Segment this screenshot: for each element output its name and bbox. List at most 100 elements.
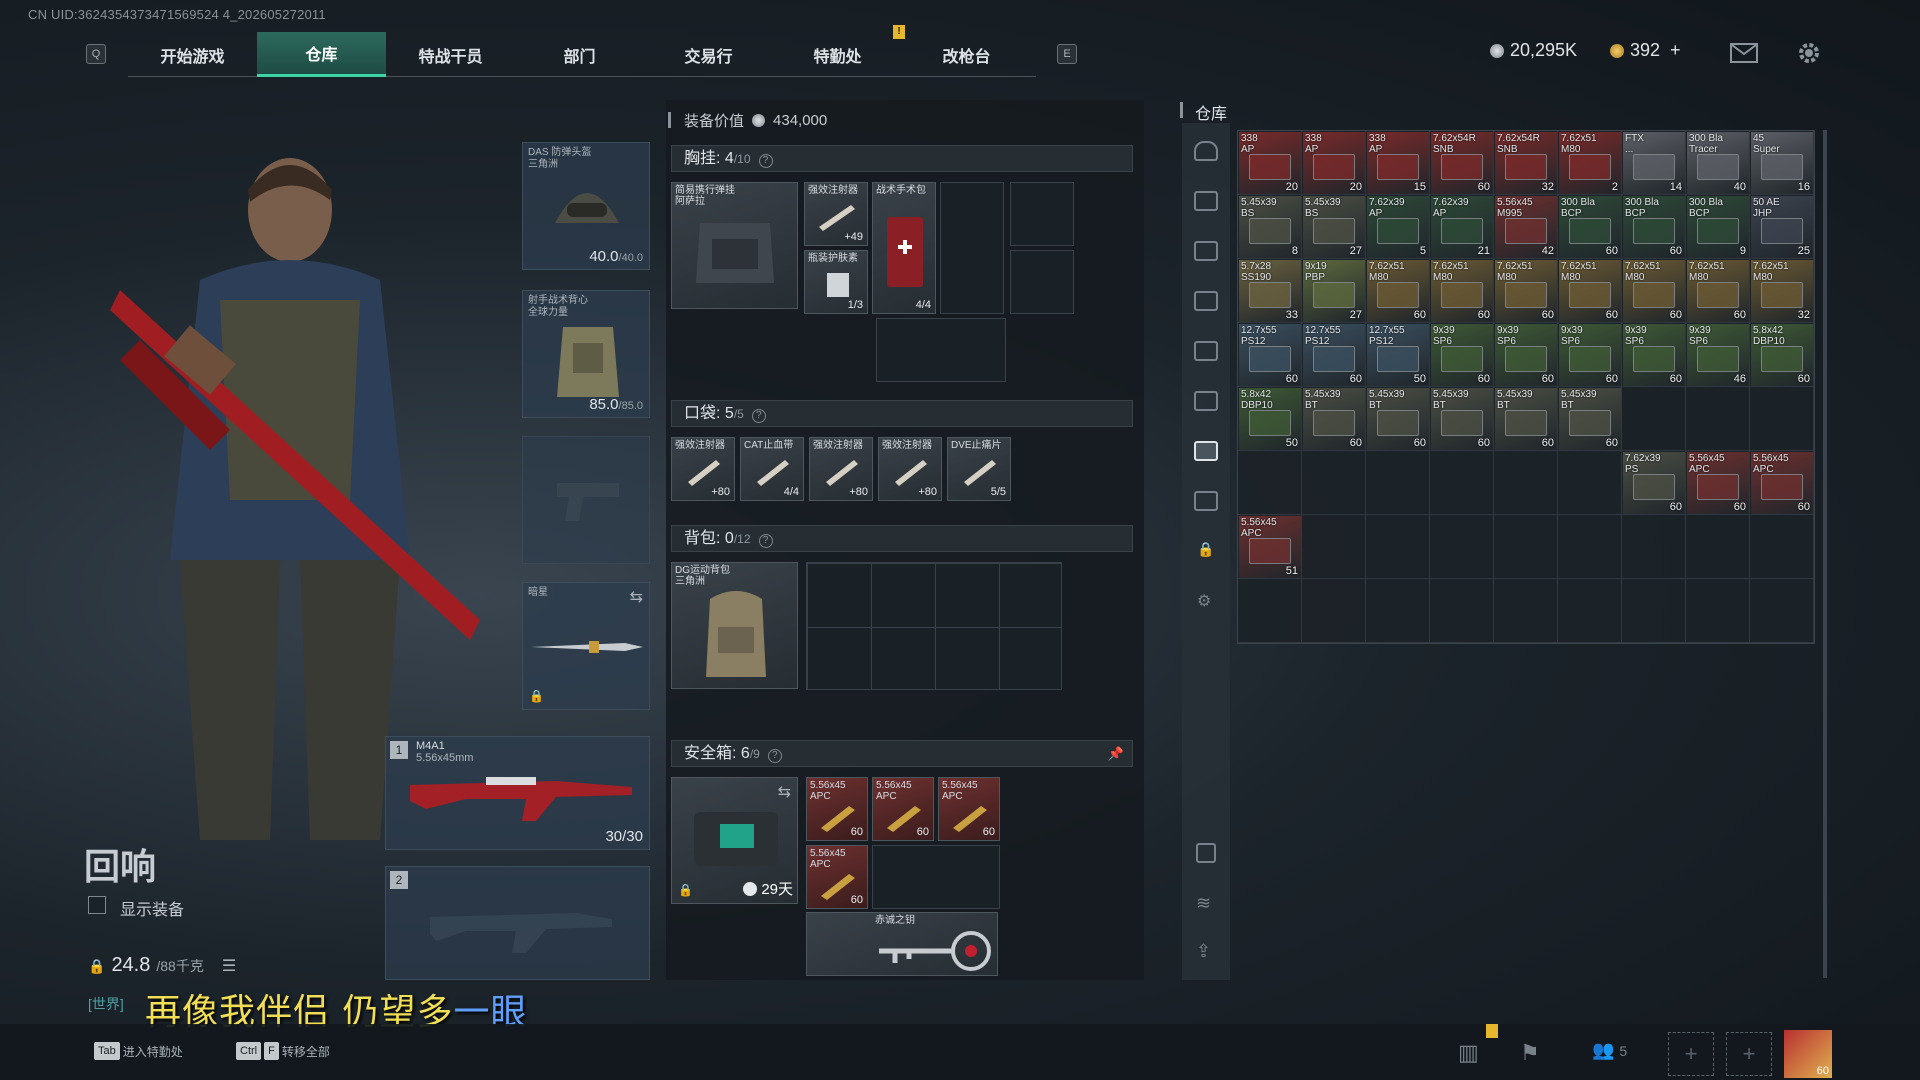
grid-cell[interactable] (1430, 515, 1494, 579)
swap-icon[interactable]: ⇆ (630, 587, 643, 607)
warehouse-ammo-item[interactable]: 7.62x51 M80 2 (1559, 132, 1621, 194)
warehouse-ammo-item[interactable]: 5.45x39 BT 60 (1431, 388, 1493, 450)
warehouse-ammo-item[interactable]: 7.62x51 M80 60 (1431, 260, 1493, 322)
transfer-icon[interactable]: ⇪ (1196, 941, 1211, 962)
warehouse-ammo-item[interactable]: 5.56x45 APC 60 (1687, 452, 1749, 514)
safebox-ammo-item[interactable]: 5.56x45 APC 60 (806, 845, 868, 909)
warehouse-ammo-item[interactable]: 7.62x39 AP 5 (1367, 196, 1429, 258)
warehouse-ammo-item[interactable]: 7.62x51 M80 60 (1623, 260, 1685, 322)
invite-slot-2[interactable]: + (1726, 1032, 1772, 1076)
warehouse-ammo-item[interactable]: 5.56x45 APC 51 (1239, 516, 1301, 578)
grid-cell[interactable] (1622, 579, 1686, 643)
primary-weapon-slot[interactable]: 1 M4A1 5.56x45mm 30/30 (385, 736, 650, 850)
safebox-ammo-item[interactable]: 5.56x45 APC 60 (806, 777, 868, 841)
tab-4[interactable]: 交易行 (644, 32, 773, 77)
pocket-item[interactable]: DVE止痛片 5/5 (947, 437, 1011, 501)
warehouse-ammo-item[interactable]: 9x39 SP6 46 (1687, 324, 1749, 386)
warehouse-ammo-item[interactable]: 7.62x51 M80 60 (1559, 260, 1621, 322)
warehouse-ammo-item[interactable]: 45 Super 16 (1751, 132, 1813, 194)
warehouse-ammo-item[interactable]: 7.62x51 M80 60 (1367, 260, 1429, 322)
swap-icon[interactable]: ⇆ (778, 782, 791, 802)
warehouse-ammo-item[interactable]: 5.45x39 BS 27 (1303, 196, 1365, 258)
warehouse-ammo-item[interactable]: 5.45x39 BT 60 (1367, 388, 1429, 450)
nav-next-key[interactable]: E (1057, 44, 1077, 64)
squad-icon[interactable]: 👥 5 (1592, 1040, 1627, 1061)
storage-filter-icon[interactable] (1194, 441, 1218, 461)
settings-gear-icon[interactable] (1796, 40, 1822, 66)
warehouse-ammo-item[interactable]: 5.8x42 DBP10 60 (1751, 324, 1813, 386)
grid-cell[interactable] (1558, 451, 1622, 515)
pistol-slot[interactable] (522, 436, 650, 564)
grid-cell[interactable] (1366, 451, 1430, 515)
warehouse-ammo-item[interactable]: 5.56x45 APC 60 (1751, 452, 1813, 514)
flag-icon[interactable]: ⚑ (1520, 1040, 1540, 1066)
warehouse-ammo-item[interactable]: 9x39 SP6 60 (1431, 324, 1493, 386)
grid-cell[interactable] (1558, 515, 1622, 579)
warehouse-ammo-item[interactable]: 12.7x55 PS12 50 (1367, 324, 1429, 386)
warehouse-ammo-item[interactable]: 7.62x39 PS 60 (1623, 452, 1685, 514)
backpack-filter-icon[interactable] (1194, 341, 1218, 361)
grid-cell[interactable] (1430, 579, 1494, 643)
pin-icon[interactable]: 📌 (1108, 741, 1124, 766)
tab-3[interactable]: 部门 (515, 32, 644, 77)
locked-filter-icon[interactable]: 🔒 (1197, 541, 1214, 558)
help-icon[interactable]: ? (767, 749, 782, 763)
grid-cell[interactable] (1750, 579, 1814, 643)
helmet-filter-icon[interactable] (1194, 141, 1218, 161)
grid-cell[interactable] (1750, 515, 1814, 579)
player-avatar[interactable]: 60 (1784, 1030, 1832, 1078)
warehouse-ammo-item[interactable]: 300 Bla Tracer 40 (1687, 132, 1749, 194)
warehouse-scrollbar[interactable] (1823, 130, 1827, 978)
warehouse-ammo-item[interactable]: 7.62x51 M80 32 (1751, 260, 1813, 322)
melee-slot[interactable]: 暗星 ⇆ 🔒 (522, 582, 650, 710)
warehouse-ammo-item[interactable]: 5.45x39 BT 60 (1303, 388, 1365, 450)
grid-cell[interactable] (1238, 451, 1302, 515)
warehouse-ammo-item[interactable]: 5.45x39 BS 8 (1239, 196, 1301, 258)
key-item[interactable]: 赤诚之钥 (806, 912, 998, 976)
warehouse-ammo-item[interactable]: 338 AP 15 (1367, 132, 1429, 194)
skin-cream-item[interactable]: 瓶装护肤素 1/3 (804, 250, 868, 314)
armor-slot[interactable]: 射手战术背心 全球力量 85.0/85.0 (522, 290, 650, 418)
grid-cell[interactable] (1302, 579, 1366, 643)
ammo-filter-icon[interactable] (1194, 241, 1218, 261)
grid-cell[interactable] (1494, 515, 1558, 579)
grid-cell[interactable] (1430, 451, 1494, 515)
safebox-item[interactable]: ⇆ 🔒 29天 (671, 777, 798, 904)
add-gold-button[interactable]: + (1670, 40, 1681, 61)
warehouse-ammo-item[interactable]: 5.45x39 BT 60 (1559, 388, 1621, 450)
help-icon[interactable]: ? (758, 534, 773, 548)
keys-filter-icon[interactable] (1194, 491, 1218, 511)
stats-icon[interactable]: ▥ (1458, 1040, 1479, 1066)
warehouse-ammo-item[interactable]: 7.62x51 M80 60 (1687, 260, 1749, 322)
warehouse-ammo-item[interactable]: 300 Bla BCP 60 (1559, 196, 1621, 258)
pocket-item[interactable]: CAT止血带 4/4 (740, 437, 804, 501)
warehouse-ammo-item[interactable]: 7.62x54R SNB 32 (1495, 132, 1557, 194)
pocket-item[interactable]: 强效注射器 +80 (671, 437, 735, 501)
weapon-filter-icon[interactable] (1194, 191, 1218, 211)
warehouse-ammo-item[interactable]: 338 AP 20 (1303, 132, 1365, 194)
sort-icon[interactable] (1196, 843, 1216, 863)
transfer-all-hint[interactable]: Ctrl F 转移全部 (236, 1042, 330, 1060)
warehouse-ammo-item[interactable]: 12.7x55 PS12 60 (1239, 324, 1301, 386)
pocket-item[interactable]: 强效注射器 +80 (878, 437, 942, 501)
help-icon[interactable]: ? (751, 409, 766, 423)
warehouse-ammo-item[interactable]: 7.62x54R SNB 60 (1431, 132, 1493, 194)
safebox-ammo-item[interactable]: 5.56x45 APC 60 (938, 777, 1000, 841)
settings-filter-icon[interactable]: ⚙ (1197, 591, 1211, 611)
warehouse-ammo-item[interactable]: 9x19 PBP 27 (1303, 260, 1365, 322)
warehouse-ammo-item[interactable]: 300 Bla BCP 60 (1623, 196, 1685, 258)
invite-slot-1[interactable]: + (1668, 1032, 1714, 1076)
mail-icon[interactable] (1730, 43, 1758, 63)
tab-5[interactable]: 特勤处 (773, 32, 902, 77)
grid-cell[interactable] (1558, 579, 1622, 643)
grid-cell[interactable] (1366, 515, 1430, 579)
tab-6[interactable]: 改枪台 (902, 32, 1031, 77)
grid-cell[interactable] (1686, 387, 1750, 451)
grid-cell[interactable] (1686, 515, 1750, 579)
warehouse-ammo-item[interactable]: 5.56x45 M995 42 (1495, 196, 1557, 258)
warehouse-ammo-item[interactable]: 9x39 SP6 60 (1495, 324, 1557, 386)
grid-cell[interactable] (1302, 451, 1366, 515)
warehouse-ammo-item[interactable]: 7.62x39 AP 21 (1431, 196, 1493, 258)
surgery-kit-item[interactable]: 战术手术包 4/4 (872, 182, 936, 314)
warehouse-ammo-item[interactable]: 5.8x42 DBP10 50 (1239, 388, 1301, 450)
